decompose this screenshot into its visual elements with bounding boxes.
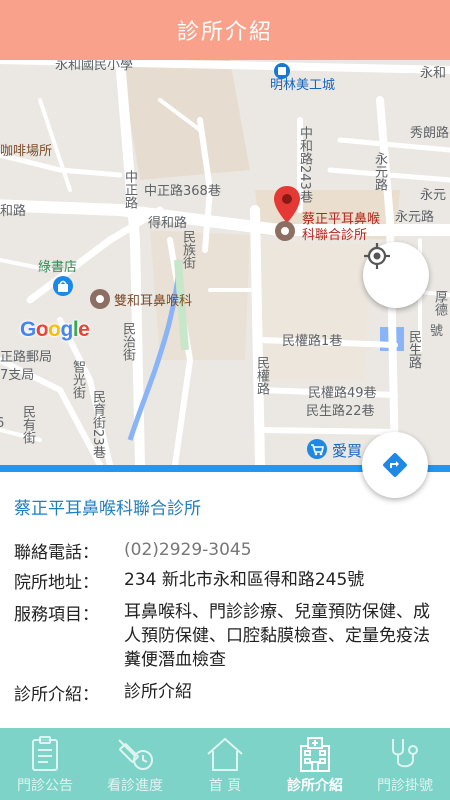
intro-label: 診所介紹： (14, 685, 99, 705)
nav-item-registration[interactable]: 門診掛號 (360, 728, 450, 800)
bottom-nav: 門診公告 看診進度 首 頁 診所介紹 門診掛號 (0, 728, 450, 800)
directions-icon (383, 453, 407, 477)
map-label-edge-6: 6 (0, 416, 5, 431)
nav-item-home[interactable]: 首 頁 (180, 728, 270, 800)
services-label: 服務項目： (14, 605, 99, 625)
map-label-xiulang: 秀朗路 (410, 126, 450, 141)
nav-label-progress: 看診進度 (107, 778, 163, 794)
map-label-minquan: 民權路 (254, 356, 269, 395)
map-label-minsheng22: 民生路22巷 (306, 404, 375, 419)
map-label-yonghe: 永和 (420, 66, 447, 81)
map-label-minsheng: 民生路 (406, 330, 421, 369)
google-logo: Google (20, 318, 90, 341)
map-label-minzu: 民族街 (180, 230, 195, 269)
nav-label-announcements: 門診公告 (17, 778, 73, 794)
map-label-bookstore: 綠書店 (38, 260, 78, 275)
map-label-zhongzheng: 中正路 (122, 170, 137, 209)
map-label-minzhi: 民治街 (120, 322, 135, 361)
map-label-school: 永和國民小學 (55, 60, 134, 73)
shopping-bag-icon (53, 276, 73, 296)
nav-item-progress[interactable]: 看診進度 (90, 728, 180, 800)
address-label: 院所地址： (14, 573, 99, 593)
map-label-hao: 號 (430, 324, 444, 339)
map-label-yongyuan-road: 永元路 (395, 210, 435, 225)
directions-button[interactable] (362, 432, 428, 498)
map-label-dehe-left: 和路 (0, 204, 27, 219)
map-label-zhongzheng368: 中正路368巷 (144, 184, 221, 199)
my-location-button[interactable] (363, 242, 429, 308)
syringe-clock-icon (118, 739, 153, 770)
map-label-minquan49: 民權路49巷 (308, 386, 377, 401)
map-label-yongyuan: 永元路 (372, 152, 387, 191)
map-label-dehe: 得和路 (148, 216, 188, 231)
map-label-post: 正路郵局 (0, 350, 53, 365)
intro-row: 診所介紹： 診所介紹 (14, 680, 444, 705)
services-row: 服務項目： 耳鼻喉科、門診診療、兒童預防保健、成人預防保健、口腔黏膜檢查、定量免… (14, 600, 444, 672)
services-value: 耳鼻喉科、門診診療、兒童預防保健、成人預防保健、口腔黏膜檢查、定量免疫法糞便潛血… (124, 602, 430, 670)
map-label-cafe: 咖啡場所 (0, 144, 53, 159)
selected-clinic-poi-icon (275, 221, 295, 241)
minglin-poi-icon (274, 63, 290, 79)
map-view[interactable]: 永和國民小學 明林美工城 永和 秀朗路 咖啡場所 中和路243巷 中正路368巷… (0, 60, 450, 465)
address-value: 234 新北市永和區得和路245號 (124, 570, 365, 590)
map-label-shuanghe: 雙和耳鼻喉科 (114, 294, 193, 309)
shopping-cart-icon (307, 439, 327, 459)
map-label-minyu23: 民育街23巷 (90, 390, 105, 459)
map-label-clinic-marker: 蔡正平耳鼻喉科聯合診所 (302, 212, 381, 243)
hospital-icon (300, 737, 330, 772)
phone-row: 聯絡電話： (02)2929-3045 (14, 538, 444, 563)
clinic-poi-icon (90, 289, 110, 309)
nav-item-announcements[interactable]: 門診公告 (0, 728, 90, 800)
map-label-aimai: 愛買 (332, 442, 363, 460)
nav-label-clinic-intro: 診所介紹 (287, 778, 343, 794)
location-pin-icon[interactable] (273, 185, 301, 225)
phone-value[interactable]: (02)2929-3045 (124, 538, 444, 563)
clipboard-icon (32, 736, 58, 771)
map-label-yongyuan-edge: 永元 (420, 188, 447, 203)
nav-item-clinic-intro[interactable]: 診所介紹 (270, 728, 360, 800)
map-label-post-branch: 7支局 (0, 368, 35, 383)
map-label-hou: 厚德 (432, 290, 447, 316)
map-label-minquan1: 民權路1巷 (282, 334, 343, 349)
page-title: 診所介紹 (176, 20, 273, 45)
address-row: 院所地址： 234 新北市永和區得和路245號 (14, 568, 444, 593)
map-label-zhiguang: 智光街 (70, 360, 85, 399)
nav-label-registration: 門診掛號 (377, 778, 433, 794)
stethoscope-icon (392, 739, 418, 768)
clinic-name: 蔡正平耳鼻喉科聯合診所 (14, 499, 201, 519)
intro-value: 診所介紹 (124, 682, 192, 702)
header-bar: 診所介紹 (0, 0, 450, 60)
app-screen: 診所介紹 永和國民小學 明林美工城 永和 秀朗路 咖啡場所 中和路243巷 中正… (0, 0, 450, 800)
map-label-minyou: 民有街 (20, 405, 35, 444)
nav-label-home: 首 頁 (208, 778, 242, 794)
home-icon (207, 737, 243, 771)
phone-label: 聯絡電話： (14, 543, 99, 563)
crosshair-icon (364, 243, 390, 269)
